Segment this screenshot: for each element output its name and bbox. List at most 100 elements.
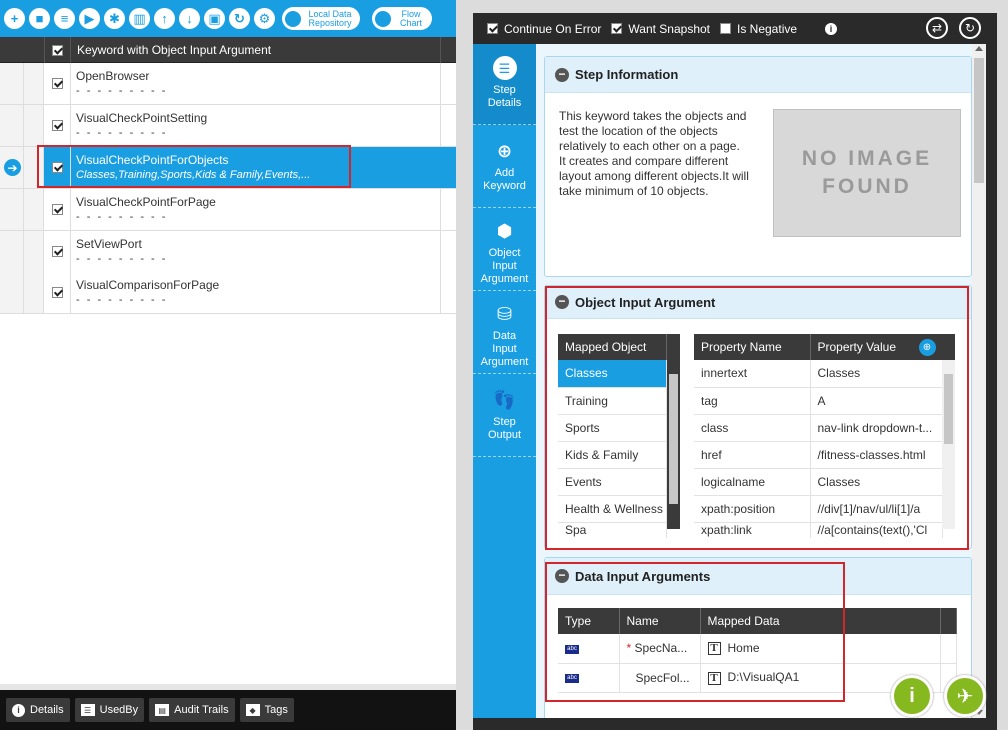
side-nav-object-input-argument[interactable]: ⬢ Object Input Argument [473, 208, 536, 291]
collapse-icon[interactable]: − [555, 569, 569, 583]
debug-icon[interactable]: ✱ [104, 8, 125, 29]
flow-chart-button[interactable]: Flow Chart [372, 7, 432, 30]
keyword-name: OpenBrowser [76, 69, 150, 83]
mapped-object-item[interactable]: Health & Wellness [558, 495, 667, 523]
table-row[interactable]: VisualComparisonForPage - - - - - - - - … [0, 272, 456, 314]
row-checkbox-cell[interactable] [44, 147, 71, 188]
row-checkbox-cell[interactable] [44, 63, 71, 104]
property-value[interactable]: //a[contains(text(),'Cl [810, 522, 943, 538]
mapped-object-item[interactable]: Training [558, 387, 667, 415]
play-icon[interactable]: ▶ [79, 8, 100, 29]
save-icon[interactable]: ▣ [204, 8, 225, 29]
property-value[interactable]: nav-link dropdown-t... [810, 414, 943, 442]
want-snapshot-checkbox[interactable] [611, 23, 623, 34]
step-description: This keyword takes the objects and test … [559, 109, 749, 198]
table-row[interactable]: OpenBrowser - - - - - - - - - [0, 63, 456, 105]
mapped-object-item[interactable]: Sports [558, 414, 667, 442]
row-checkbox[interactable] [51, 287, 63, 298]
info-icon[interactable]: i [825, 22, 838, 35]
scroll-thumb[interactable] [669, 374, 678, 504]
keyword-name: VisualCheckPointForPage [76, 195, 216, 209]
side-nav-data-input-argument[interactable]: ⛁ Data Input Argument [473, 291, 536, 374]
side-nav-step-output[interactable]: 👣 Step Output [473, 374, 536, 457]
table-row[interactable]: VisualCheckPointSetting - - - - - - - - … [0, 105, 456, 147]
airplane-icon: ✈ [956, 685, 974, 708]
mapped-object-item[interactable]: Classes [558, 360, 667, 388]
text-constant-icon: T [707, 671, 721, 685]
continue-on-error-checkbox[interactable] [487, 23, 498, 34]
tags-tab[interactable]: ◆ Tags [239, 698, 294, 722]
data-input-arguments-header[interactable]: − Data Input Arguments [545, 558, 971, 595]
list-icon[interactable]: ≡ [54, 8, 75, 29]
is-negative-option[interactable]: Is Negative [720, 22, 797, 36]
mapped-data-value: Home [727, 641, 760, 656]
add-icon[interactable]: + [4, 8, 25, 29]
refresh-icon[interactable]: ↻ [229, 8, 250, 29]
record-icon[interactable]: ■ [29, 8, 50, 29]
property-value[interactable]: Classes [810, 360, 943, 388]
row-checkbox-cell[interactable] [44, 231, 71, 272]
move-up-icon[interactable]: ↑ [154, 8, 175, 29]
property-value[interactable]: //div[1]/nav/ul/li[1]/a [810, 495, 943, 523]
mapped-object-item[interactable]: Events [558, 468, 667, 496]
mapped-object-item[interactable]: Spa [558, 522, 667, 538]
delete-icon[interactable]: ▥ [129, 8, 150, 29]
side-nav-add-keyword[interactable]: ⊕ Add Keyword [473, 125, 536, 208]
collapse-icon[interactable]: − [555, 295, 569, 309]
details-tab[interactable]: i Details [6, 698, 70, 722]
is-negative-checkbox[interactable] [720, 23, 731, 34]
step-information-header[interactable]: − Step Information [545, 57, 971, 93]
audit-trails-tab[interactable]: ▤ Audit Trails [149, 698, 235, 722]
row-checkbox[interactable] [51, 162, 63, 173]
property-name: href [694, 441, 811, 469]
mapped-object-item[interactable]: Kids & Family [558, 441, 667, 469]
property-scrollbar[interactable] [942, 334, 955, 529]
table-row-selected[interactable]: ➔ VisualCheckPointForObjects Classes,Tra… [0, 147, 456, 189]
refresh-icon[interactable]: ↻ [959, 17, 981, 39]
row-checkbox[interactable] [51, 78, 63, 89]
content-vertical-scrollbar[interactable] [972, 44, 986, 718]
swap-icon[interactable]: ⇄ [926, 17, 948, 39]
table-row[interactable]: abc * SpecNa... T Home [558, 634, 957, 664]
info-action-button[interactable]: i [891, 675, 933, 717]
scroll-up-icon[interactable] [975, 46, 983, 51]
select-all-checkbox[interactable] [44, 37, 71, 63]
footsteps-icon: 👣 [493, 389, 516, 410]
row-checkbox[interactable] [51, 120, 63, 131]
mapped-object-header: Mapped Object [558, 334, 667, 360]
mapped-object-scrollbar[interactable] [667, 334, 680, 529]
table-row[interactable]: VisualCheckPointForPage - - - - - - - - … [0, 189, 456, 231]
local-data-repository-button[interactable]: Local Data Repository [282, 7, 360, 30]
scroll-thumb[interactable] [944, 374, 953, 444]
continue-on-error-option[interactable]: Continue On Error [487, 22, 601, 36]
settings-icon[interactable]: ⚙ [254, 8, 275, 29]
property-value[interactable]: Classes [810, 468, 943, 496]
usedby-tab[interactable]: ☰ UsedBy [74, 698, 145, 722]
table-row[interactable]: SetViewPort - - - - - - - - - [0, 231, 456, 273]
keyword-name: VisualComparisonForPage [76, 278, 220, 292]
checkbox[interactable] [52, 44, 63, 56]
row-checkbox[interactable] [51, 246, 63, 257]
run-action-button[interactable]: ✈ [944, 675, 986, 717]
move-down-icon[interactable]: ↓ [179, 8, 200, 29]
object-input-argument-header[interactable]: − Object Input Argument [545, 286, 971, 319]
property-value[interactable]: /fitness-classes.html [810, 441, 943, 469]
row-checkbox-cell[interactable] [44, 272, 71, 313]
zoom-search-icon[interactable]: ⊕ [918, 339, 936, 356]
grid-header-title: Keyword with Object Input Argument [77, 43, 272, 57]
mapped-data-cell[interactable]: T Home [700, 634, 941, 664]
scroll-thumb[interactable] [974, 58, 984, 183]
keyword-name: SetViewPort [76, 237, 142, 251]
want-snapshot-option[interactable]: Want Snapshot [611, 22, 710, 36]
row-checkbox[interactable] [51, 204, 63, 215]
database-icon [285, 10, 301, 27]
step-side-nav: ☰ Step Details ⊕ Add Keyword ⬢ Object In… [473, 44, 536, 718]
property-value[interactable]: A [810, 387, 943, 415]
side-nav-step-details[interactable]: ☰ Step Details [473, 44, 536, 125]
details-label: Details [30, 704, 64, 716]
row-checkbox-cell[interactable] [44, 105, 71, 146]
row-checkbox-cell[interactable] [44, 189, 71, 230]
local-data-repository-label: Local Data Repository [308, 8, 352, 28]
scroll-header-cap [940, 608, 957, 634]
collapse-icon[interactable]: − [555, 67, 569, 82]
